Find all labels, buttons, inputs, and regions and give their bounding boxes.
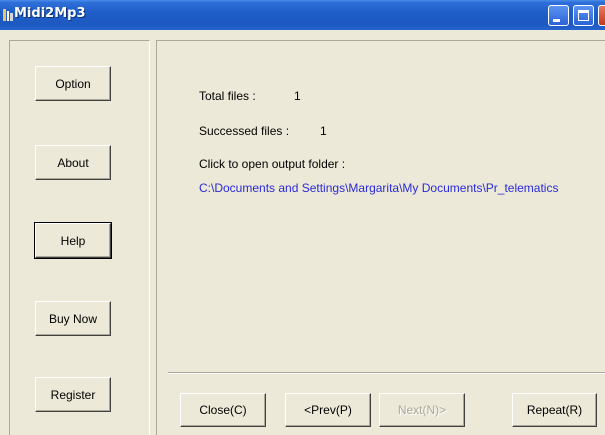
prev-button[interactable]: <Prev(P) [285,393,371,427]
app-icon[interactable] [2,8,14,22]
repeat-button[interactable]: Repeat(R) [512,393,597,427]
register-button[interactable]: Register [35,377,111,412]
minimize-icon [553,19,560,22]
next-button[interactable]: Next(N)> [379,393,465,427]
close-button[interactable]: Close(C) [180,393,266,427]
maximize-button[interactable] [573,5,594,26]
total-files-value: 1 [294,89,301,103]
maximize-icon [578,10,589,21]
close-window-button[interactable] [598,5,605,26]
option-button[interactable]: Option [35,66,111,101]
buy-now-button[interactable]: Buy Now [35,301,111,336]
about-button[interactable]: About [35,145,111,180]
succeeded-files-label: Successed files : [199,124,290,138]
minimize-button[interactable] [548,5,569,26]
total-files-label: Total files : [199,89,256,103]
app-window: Midi2Mp3 Option About Help Buy Now Regis… [0,0,605,435]
succeeded-files-value: 1 [320,124,327,138]
open-folder-label: Click to open output folder : [199,157,346,171]
help-button[interactable]: Help [34,222,112,259]
title-bar[interactable]: Midi2Mp3 [0,0,605,30]
output-folder-link[interactable]: C:\Documents and Settings\Margarita\My D… [199,181,558,195]
window-title: Midi2Mp3 [14,6,86,21]
footer-divider [168,372,605,374]
